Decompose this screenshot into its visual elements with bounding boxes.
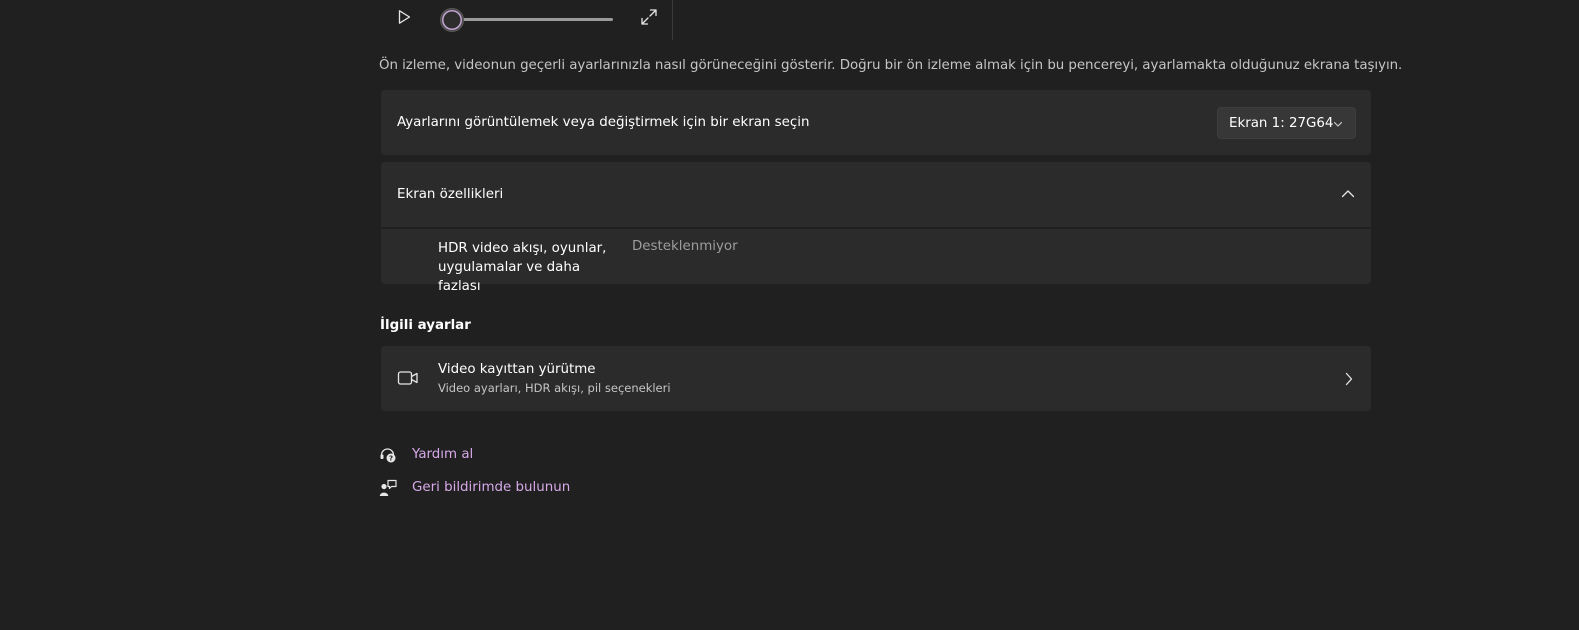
video-preview-controls bbox=[380, 0, 674, 40]
get-help-label: Yardım al bbox=[412, 447, 474, 462]
video-camera-icon bbox=[397, 371, 418, 385]
preview-slider-track[interactable] bbox=[440, 18, 613, 21]
play-button[interactable] bbox=[392, 5, 416, 29]
display-properties-body: HDR video akışı, oyunlar, uygulamalar ve… bbox=[381, 229, 1371, 294]
video-playback-description: Video ayarları, HDR akışı, pil seçenekle… bbox=[438, 381, 671, 395]
preview-description: Ön izleme, videonun geçerli ayarlarınızl… bbox=[379, 58, 1403, 73]
feedback-icon bbox=[379, 479, 397, 496]
give-feedback-link[interactable]: Geri bildirimde bulunun bbox=[379, 479, 579, 499]
related-settings-title: İlgili ayarlar bbox=[380, 318, 471, 333]
chevron-right-icon bbox=[1345, 372, 1353, 386]
play-icon bbox=[398, 10, 411, 24]
give-feedback-label: Geri bildirimde bulunun bbox=[412, 480, 571, 495]
hdr-property-name: HDR video akışı, oyunlar, uygulamalar ve… bbox=[438, 241, 607, 294]
video-playback-title: Video kayıttan yürütme bbox=[438, 362, 596, 377]
video-playback-link-card[interactable]: Video kayıttan yürütme Video ayarları, H… bbox=[381, 346, 1371, 411]
preview-slider-thumb[interactable] bbox=[440, 8, 464, 32]
svg-text:?: ? bbox=[389, 455, 393, 463]
chevron-up-icon[interactable] bbox=[1341, 189, 1355, 199]
display-select-label: Ayarlarını görüntülemek veya değiştirmek… bbox=[397, 115, 810, 130]
display-dropdown[interactable]: Ekran 1: 27G64 bbox=[1217, 107, 1356, 139]
chevron-down-icon bbox=[1333, 121, 1343, 127]
get-help-link[interactable]: ? Yardım al bbox=[379, 446, 499, 466]
preview-divider bbox=[672, 0, 673, 40]
help-icon: ? bbox=[380, 448, 396, 463]
display-properties-header[interactable]: Ekran özellikleri bbox=[381, 162, 1371, 227]
hdr-property-value: Desteklenmiyor bbox=[632, 239, 738, 254]
expand-button[interactable] bbox=[637, 5, 661, 29]
display-dropdown-value: Ekran 1: 27G64 bbox=[1229, 116, 1334, 131]
expand-icon bbox=[641, 9, 657, 25]
display-select-card: Ayarlarını görüntülemek veya değiştirmek… bbox=[381, 90, 1371, 155]
display-properties-title: Ekran özellikleri bbox=[397, 187, 504, 202]
